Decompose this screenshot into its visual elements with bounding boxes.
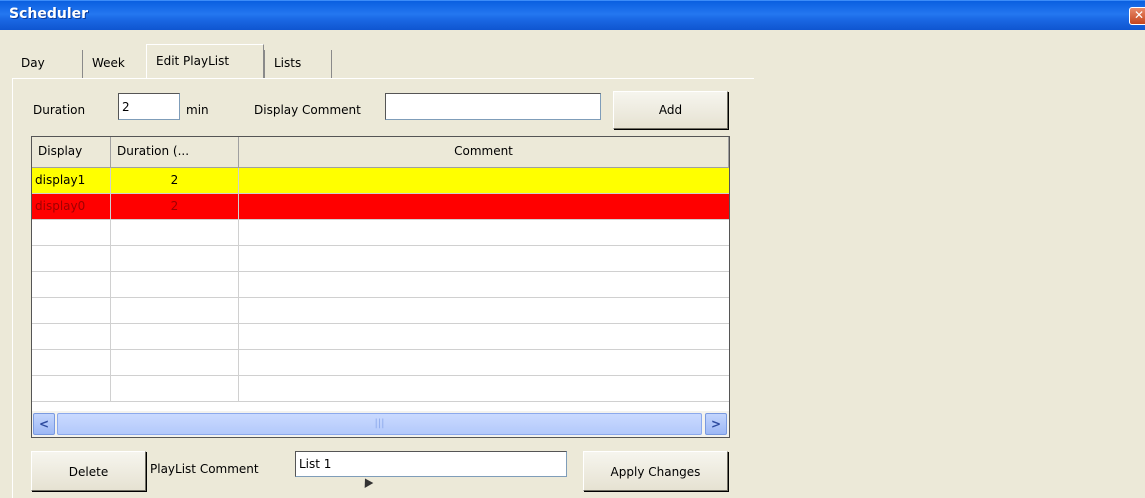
empty-cell (111, 376, 239, 401)
chevron-right-icon: > (710, 417, 722, 431)
playlist-comment-label: PlayList Comment (150, 462, 259, 476)
tab-lists[interactable]: Lists (264, 50, 332, 78)
cell-comment (239, 168, 729, 193)
empty-cell (32, 376, 111, 401)
playlist-grid[interactable]: Display Duration (... Comment display1 2… (31, 136, 730, 438)
chevron-left-icon: < (38, 417, 50, 431)
add-button-label: Add (658, 103, 683, 117)
empty-cell (111, 272, 239, 297)
empty-row[interactable] (32, 324, 729, 350)
empty-cell (32, 298, 111, 323)
scrollbar-thumb[interactable]: ||| (57, 413, 702, 435)
apply-changes-button[interactable]: Apply Changes (583, 451, 728, 491)
empty-cell (239, 272, 729, 297)
empty-row[interactable] (32, 376, 729, 402)
horizontal-scrollbar[interactable]: < ||| > (32, 411, 729, 437)
add-button[interactable]: Add (613, 91, 728, 129)
empty-cell (239, 350, 729, 375)
delete-button[interactable]: Delete (31, 451, 146, 491)
empty-cell (111, 298, 239, 323)
column-header-comment[interactable]: Comment (239, 137, 729, 167)
column-header-display-label: Display (38, 144, 83, 158)
empty-row[interactable] (32, 350, 729, 376)
empty-row[interactable] (32, 298, 729, 324)
empty-cell (111, 350, 239, 375)
column-header-duration[interactable]: Duration (... (111, 137, 239, 167)
tab-week[interactable]: Week (82, 50, 148, 78)
column-header-comment-label: Comment (454, 144, 513, 158)
empty-cell (32, 220, 111, 245)
tab-day-label: Day (21, 56, 45, 70)
tab-edit-playlist[interactable]: Edit PlayList (146, 44, 264, 78)
display-comment-input[interactable] (385, 93, 601, 120)
duration-label: Duration (33, 103, 86, 117)
display-comment-label: Display Comment (254, 103, 361, 117)
scroll-left-button[interactable]: < (33, 413, 55, 435)
scroll-right-button[interactable]: > (705, 413, 727, 435)
empty-cell (239, 324, 729, 349)
tab-day[interactable]: Day (12, 50, 69, 78)
empty-row[interactable] (32, 272, 729, 298)
empty-cell (32, 272, 111, 297)
column-header-duration-label: Duration (... (117, 144, 190, 158)
grid-header: Display Duration (... Comment (32, 137, 729, 168)
cell-display: display1 (32, 168, 111, 193)
empty-cell (32, 350, 111, 375)
table-row[interactable]: display0 2 (32, 194, 729, 220)
column-header-display[interactable]: Display (32, 137, 111, 167)
duration-unit-label: min (186, 103, 209, 117)
grip-icon: ||| (374, 418, 385, 429)
empty-row[interactable] (32, 220, 729, 246)
tab-lists-label: Lists (274, 56, 302, 70)
table-row[interactable]: display1 2 (32, 168, 729, 194)
tab-edit-playlist-label: Edit PlayList (156, 54, 230, 68)
empty-cell (111, 220, 239, 245)
empty-cell (111, 324, 239, 349)
empty-cell (32, 324, 111, 349)
playlist-comment-input[interactable] (295, 451, 567, 477)
empty-cell (111, 246, 239, 271)
delete-button-label: Delete (68, 465, 109, 479)
cell-display: display0 (32, 194, 111, 219)
apply-changes-button-label: Apply Changes (610, 465, 701, 479)
empty-cell (239, 376, 729, 401)
close-button[interactable]: ✕ (1129, 7, 1145, 25)
empty-cell (239, 220, 729, 245)
close-icon: ✕ (1133, 8, 1145, 22)
cell-duration: 2 (111, 194, 239, 219)
cell-comment (239, 194, 729, 219)
empty-cell (32, 246, 111, 271)
title-bar: Scheduler ✕ (0, 0, 1145, 30)
duration-input[interactable] (118, 93, 180, 120)
cell-duration: 2 (111, 168, 239, 193)
empty-cell (239, 298, 729, 323)
empty-cell (239, 246, 729, 271)
empty-row[interactable] (32, 246, 729, 272)
tab-week-label: Week (92, 56, 125, 70)
window-title: Scheduler (9, 6, 89, 22)
